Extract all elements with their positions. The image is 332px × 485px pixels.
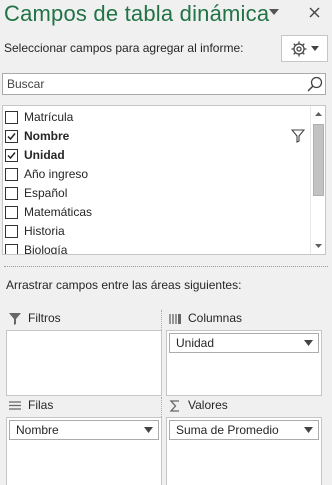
gear-icon: [291, 41, 307, 56]
rows-area-title: Filas: [28, 398, 54, 412]
values-area-header: Valores: [166, 397, 322, 415]
field-checkbox[interactable]: [5, 187, 18, 200]
field-checkbox[interactable]: [5, 149, 18, 162]
field-item-historia[interactable]: Historia: [3, 222, 309, 241]
chevron-down-icon[interactable]: [304, 427, 313, 433]
filters-area-header: Filtros: [6, 310, 162, 328]
sigma-icon: [169, 400, 179, 412]
rows-icon: [9, 401, 21, 410]
filters-drop-zone[interactable]: [6, 330, 162, 396]
scroll-down-button[interactable]: [311, 238, 325, 254]
field-item-biologia[interactable]: Biología: [3, 241, 309, 255]
chip-label: Nombre: [16, 423, 59, 437]
chevron-down-icon: [311, 46, 319, 51]
chevron-down-icon[interactable]: [304, 340, 313, 346]
field-label: Matemáticas: [24, 205, 93, 219]
field-item-nombre[interactable]: Nombre: [3, 127, 309, 146]
chip-label: Suma de Promedio: [176, 423, 279, 437]
arrow-down-icon: [315, 244, 322, 248]
filters-area-title: Filtros: [28, 311, 61, 325]
scroll-up-button[interactable]: [311, 106, 325, 122]
values-field-chip[interactable]: Suma de Promedio: [169, 420, 319, 440]
field-checkbox[interactable]: [5, 225, 18, 238]
field-item-matematicas[interactable]: Matemáticas: [3, 203, 309, 222]
field-label: Unidad: [24, 148, 65, 162]
field-item-ano-ingreso[interactable]: Año ingreso: [3, 165, 309, 184]
search-icon[interactable]: [307, 76, 323, 92]
field-checkbox[interactable]: [5, 244, 18, 254]
areas-instruction-label: Arrastrar campos entre las áreas siguien…: [6, 278, 242, 292]
field-label: Historia: [24, 224, 65, 238]
field-label: Nombre: [24, 129, 70, 143]
columns-field-chip[interactable]: Unidad: [169, 333, 319, 353]
scroll-thumb[interactable]: [313, 124, 324, 196]
columns-area-header: Columnas: [166, 310, 322, 328]
columns-icon: [169, 314, 181, 324]
field-label: Español: [24, 186, 68, 200]
chevron-down-icon: [269, 9, 279, 15]
pane-header: Campos de tabla dinámica: [0, 0, 332, 36]
field-item-matricula[interactable]: Matrícula: [3, 108, 309, 127]
chip-label: Unidad: [176, 336, 215, 350]
field-checkbox[interactable]: [5, 130, 18, 143]
field-checkbox[interactable]: [5, 168, 18, 181]
filter-icon[interactable]: [291, 129, 305, 143]
rows-drop-zone[interactable]: Nombre: [6, 417, 162, 485]
field-checkbox[interactable]: [5, 206, 18, 219]
choose-fields-row: Seleccionar campos para agregar al infor…: [4, 35, 328, 62]
rows-field-chip[interactable]: Nombre: [9, 420, 159, 440]
search-box[interactable]: [2, 73, 326, 95]
field-item-espanol[interactable]: Español: [3, 184, 309, 203]
pane-splitter[interactable]: [4, 266, 328, 267]
close-icon: [309, 7, 319, 17]
task-pane-options-button[interactable]: [265, 4, 283, 20]
arrow-up-icon: [315, 112, 322, 116]
chevron-down-icon[interactable]: [144, 427, 153, 433]
values-area-title: Valores: [188, 398, 228, 412]
search-input[interactable]: [3, 74, 303, 94]
field-label: Matrícula: [24, 110, 74, 124]
close-button[interactable]: [304, 2, 324, 22]
values-drop-zone[interactable]: Suma de Promedio: [166, 417, 322, 485]
field-label: Biología: [24, 243, 68, 255]
field-checkbox[interactable]: [5, 111, 18, 124]
checkmark-icon: [7, 152, 16, 160]
tools-button[interactable]: [281, 35, 328, 62]
choose-fields-label: Seleccionar campos para agregar al infor…: [4, 41, 244, 55]
filter-icon: [9, 313, 21, 325]
checkmark-icon: [7, 133, 16, 141]
field-item-unidad[interactable]: Unidad: [3, 146, 309, 165]
columns-drop-zone[interactable]: Unidad: [166, 330, 322, 396]
columns-area-title: Columnas: [188, 311, 243, 325]
field-list: Matrícula Nombre Unidad Año ingreso Espa…: [2, 105, 326, 255]
field-label: Año ingreso: [24, 167, 89, 181]
field-list-scrollbar[interactable]: [310, 106, 325, 254]
rows-area-header: Filas: [6, 397, 162, 415]
pane-title: Campos de tabla dinámica: [4, 1, 270, 26]
